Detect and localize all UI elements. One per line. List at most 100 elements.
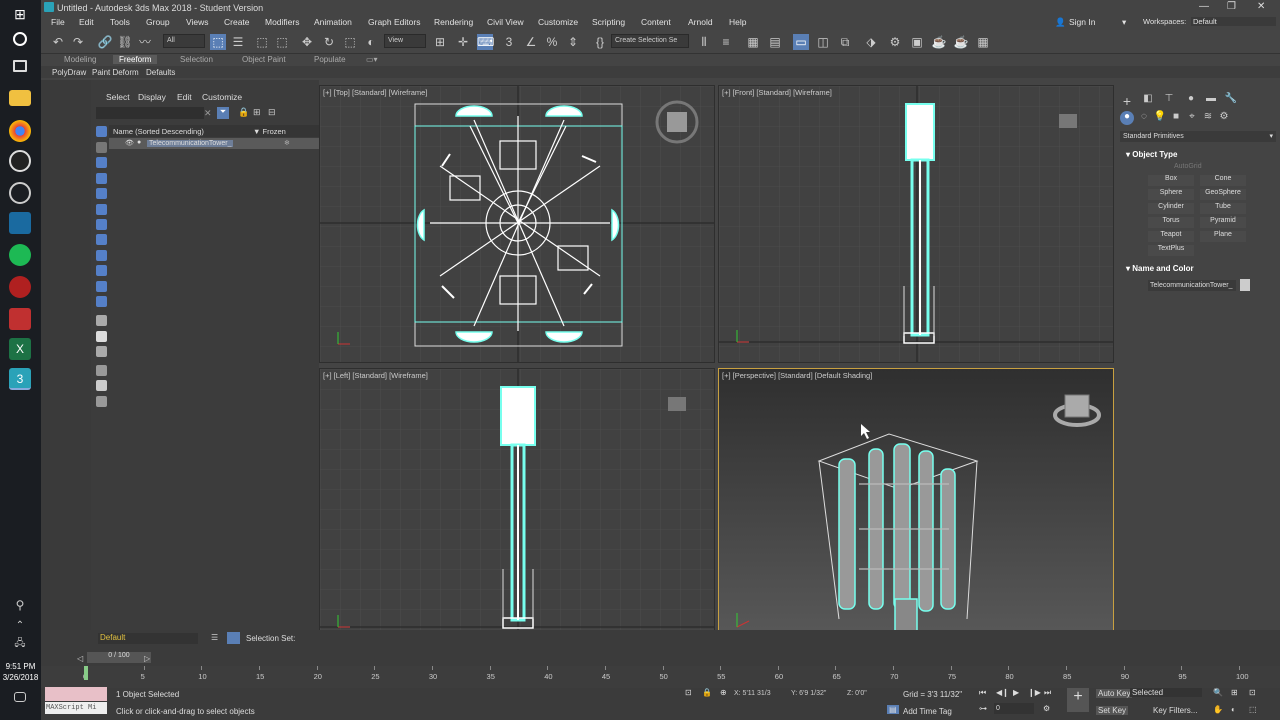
next-frame-icon[interactable]: ❙▶: [1028, 688, 1041, 697]
move-icon[interactable]: ✥: [299, 34, 315, 50]
viewport-front[interactable]: [+] [Front] [Standard] [Wireframe]: [718, 85, 1114, 363]
undo-icon[interactable]: ↶: [50, 34, 66, 50]
hierarchy2-icon[interactable]: ⊟: [268, 107, 276, 118]
link-icon[interactable]: 🔗: [97, 34, 113, 50]
create-pyramid-button[interactable]: Pyramid: [1200, 217, 1246, 228]
ribbon-defaults[interactable]: Defaults: [146, 68, 175, 77]
orbit-icon[interactable]: ◐: [1231, 705, 1236, 714]
search-icon[interactable]: [13, 32, 27, 46]
ribbon-tab-selection[interactable]: Selection: [180, 55, 213, 64]
ribbon-options-icon[interactable]: ▭▾: [366, 55, 378, 64]
geometry-icon[interactable]: ●: [1120, 111, 1134, 125]
column-name-header[interactable]: Name (Sorted Descending): [113, 127, 204, 136]
time-slider-handle[interactable]: [84, 666, 88, 680]
clock-time[interactable]: 9:51 PM: [0, 662, 41, 671]
current-frame-input[interactable]: 0: [994, 703, 1034, 714]
keyboard-shortcut-icon[interactable]: ⌨: [477, 34, 494, 50]
place-icon[interactable]: ◐: [363, 34, 379, 50]
named-selection-dropdown[interactable]: Create Selection Se: [611, 34, 689, 48]
ribbon-tab-modeling[interactable]: Modeling: [64, 55, 96, 64]
create-plane-button[interactable]: Plane: [1200, 231, 1246, 242]
menu-help[interactable]: Help: [729, 17, 746, 27]
set-key-big-icon[interactable]: +: [1067, 688, 1089, 712]
display-xrefs-icon[interactable]: [96, 250, 107, 261]
shapes-icon[interactable]: ◌: [1137, 111, 1151, 125]
set-key-button[interactable]: Set Key: [1096, 706, 1129, 715]
menu-civil-view[interactable]: Civil View: [487, 17, 524, 27]
select-manipulate-icon[interactable]: ✛: [455, 34, 471, 50]
hierarchy-icon[interactable]: ⊞: [253, 107, 261, 118]
scene-search-input[interactable]: [96, 107, 204, 119]
unlink-icon[interactable]: ⛓: [117, 34, 133, 50]
clear-icon[interactable]: ✕: [204, 108, 212, 119]
pin-icon[interactable]: [96, 380, 107, 391]
viewport-left-label[interactable]: [+] [Left] [Standard] [Wireframe]: [323, 371, 428, 380]
create-textplus-button[interactable]: TextPlus: [1148, 245, 1194, 256]
lock-icon[interactable]: 🔒: [238, 107, 249, 118]
ribbon-paint-deform[interactable]: Paint Deform: [92, 68, 139, 77]
time-tag-icon[interactable]: ▤: [887, 705, 899, 714]
time-slider-left-icon[interactable]: ◁: [77, 654, 83, 663]
key-filters-button[interactable]: Key Filters...: [1153, 706, 1197, 715]
viewport-front-label[interactable]: [+] [Front] [Standard] [Wireframe]: [722, 88, 832, 97]
menu-views[interactable]: Views: [186, 17, 209, 27]
scale-icon[interactable]: ⬚: [342, 34, 358, 50]
column-frozen-header[interactable]: ▼ Frozen: [253, 127, 286, 136]
display-tab-icon[interactable]: ▬: [1204, 93, 1218, 107]
time-config-icon[interactable]: ⚙: [1043, 704, 1050, 713]
create-cone-button[interactable]: Cone: [1200, 175, 1246, 186]
category-dropdown[interactable]: Standard Primitives ▾: [1120, 131, 1276, 142]
display-spacewarps-icon[interactable]: [96, 219, 107, 230]
helpers-icon[interactable]: ⌖: [1185, 111, 1199, 125]
isolate-icon[interactable]: ⊡: [685, 688, 692, 697]
toggle-ribbon-icon[interactable]: ▭: [793, 34, 809, 50]
scene-menu-customize[interactable]: Customize: [202, 92, 242, 102]
goto-end-icon[interactable]: ⏭: [1044, 688, 1051, 698]
menu-graph-editors[interactable]: Graph Editors: [368, 17, 420, 27]
schematic-view-icon[interactable]: ⧉: [837, 34, 853, 50]
display-children-icon[interactable]: [96, 315, 107, 326]
toggle-layer-explorer-icon[interactable]: ▤: [767, 34, 783, 50]
display-all-icon[interactable]: [96, 126, 107, 137]
maximize-viewport-icon[interactable]: ⬚: [1249, 705, 1257, 714]
utilities-tab-icon[interactable]: 🔧: [1224, 93, 1238, 107]
task-view-icon[interactable]: [13, 60, 27, 72]
autogrid-checkbox[interactable]: AutoGrid: [1174, 163, 1202, 170]
viewport-top[interactable]: [+] [Top] [Standard] [Wireframe]: [319, 85, 715, 363]
selection-filter-dropdown[interactable]: All: [163, 34, 205, 48]
display-lights-icon[interactable]: [96, 173, 107, 184]
selection-set-icon[interactable]: [227, 632, 240, 644]
snaps-toggle-icon[interactable]: 3: [501, 34, 517, 50]
curve-editor-icon[interactable]: ◫: [815, 34, 831, 50]
filter-funnel-icon[interactable]: [96, 365, 107, 376]
scene-menu-edit[interactable]: Edit: [177, 92, 192, 102]
ribbon-polydraw[interactable]: PolyDraw: [52, 68, 86, 77]
lights-icon[interactable]: 💡: [1153, 111, 1167, 125]
workspace-dropdown[interactable]: Default: [1191, 17, 1276, 26]
key-selection-dropdown[interactable]: Selected: [1130, 688, 1202, 697]
auto-key-button[interactable]: Auto Key: [1096, 689, 1133, 698]
create-box-button[interactable]: Box: [1148, 175, 1194, 186]
menu-scripting[interactable]: Scripting: [592, 17, 625, 27]
time-slider-right-icon[interactable]: ▷: [144, 654, 150, 663]
play-icon[interactable]: ▶: [1013, 688, 1019, 697]
restore-icon[interactable]: ❐: [1227, 1, 1236, 12]
trackbar[interactable]: 0510152025303540455055606570758085909510…: [41, 666, 1280, 688]
rect-selection-icon[interactable]: ⬚: [254, 34, 270, 50]
app-icon[interactable]: [9, 150, 31, 172]
goto-start-icon[interactable]: ⏮: [979, 688, 986, 698]
menu-animation[interactable]: Animation: [314, 17, 352, 27]
display-shapes-icon[interactable]: [96, 157, 107, 168]
x-coordinate[interactable]: X: 5'11 31/3: [734, 690, 771, 697]
menu-file[interactable]: File: [51, 17, 65, 27]
scene-menu-display[interactable]: Display: [138, 92, 166, 102]
menu-customize[interactable]: Customize: [538, 17, 578, 27]
excel-icon[interactable]: X: [9, 338, 31, 360]
spinner-snap-icon[interactable]: ⇕: [565, 34, 581, 50]
app-icon[interactable]: [9, 308, 31, 330]
cameras-icon[interactable]: ■: [1169, 111, 1183, 125]
notification-icon[interactable]: [14, 692, 26, 702]
object-type-rollout[interactable]: ▾ Object Type: [1126, 150, 1177, 159]
toggle-scene-explorer-icon[interactable]: ▦: [745, 34, 761, 50]
select-object-icon[interactable]: ⬚: [210, 34, 226, 50]
